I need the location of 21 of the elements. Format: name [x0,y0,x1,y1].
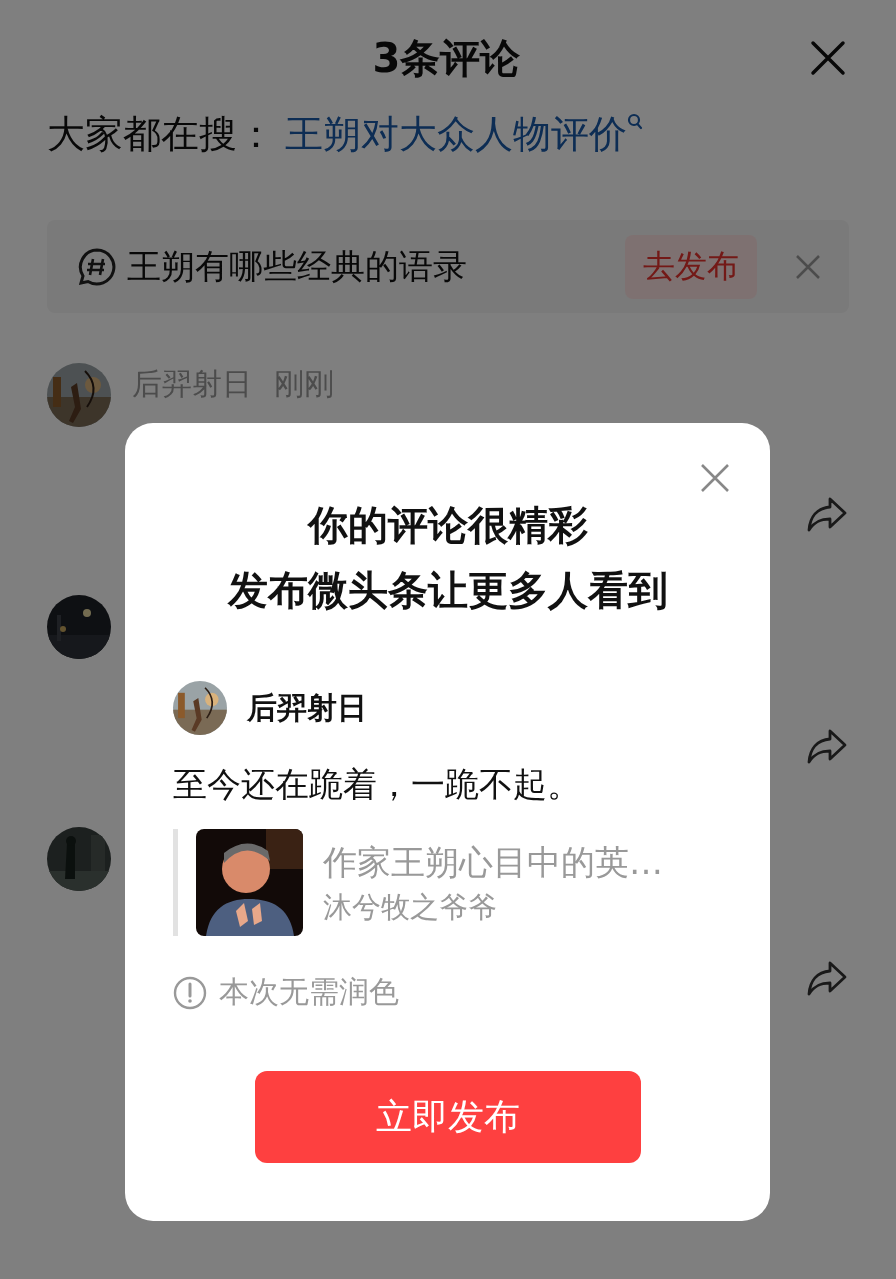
comments-title: 3条评论 [372,33,521,83]
search-link[interactable]: 王朔对大众人物评价 [285,108,643,160]
publish-now-button[interactable]: 立即发布 [254,1071,641,1163]
dialog-title: 你的评论很精彩 [306,501,589,550]
search-label: 大家都在搜： [47,110,275,158]
close-icon[interactable] [700,463,730,493]
share-icon[interactable] [806,959,848,997]
article-title: 作家王朔心目中的英… [323,841,663,884]
share-icon[interactable] [806,495,848,533]
comment-text: 至今还在跪着，一跪不起。 [173,763,582,806]
quoted-article[interactable]: 作家王朔心目中的英… 沐兮牧之爷爷 [173,829,722,936]
article-author: 沐兮牧之爷爷 [323,889,498,926]
close-icon[interactable] [810,40,846,76]
hashtag-bubble-icon [77,246,117,287]
hint-text: 本次无需润色 [219,973,399,1011]
topic-text: 王朔有哪些经典的语录 [127,244,468,288]
author-name: 后羿射日 [247,688,367,727]
info-icon [173,975,207,1010]
publish-button[interactable]: 去发布 [625,234,757,299]
dialog-title: 发布微头条让更多人看到 [226,566,669,615]
share-icon[interactable] [806,727,848,765]
